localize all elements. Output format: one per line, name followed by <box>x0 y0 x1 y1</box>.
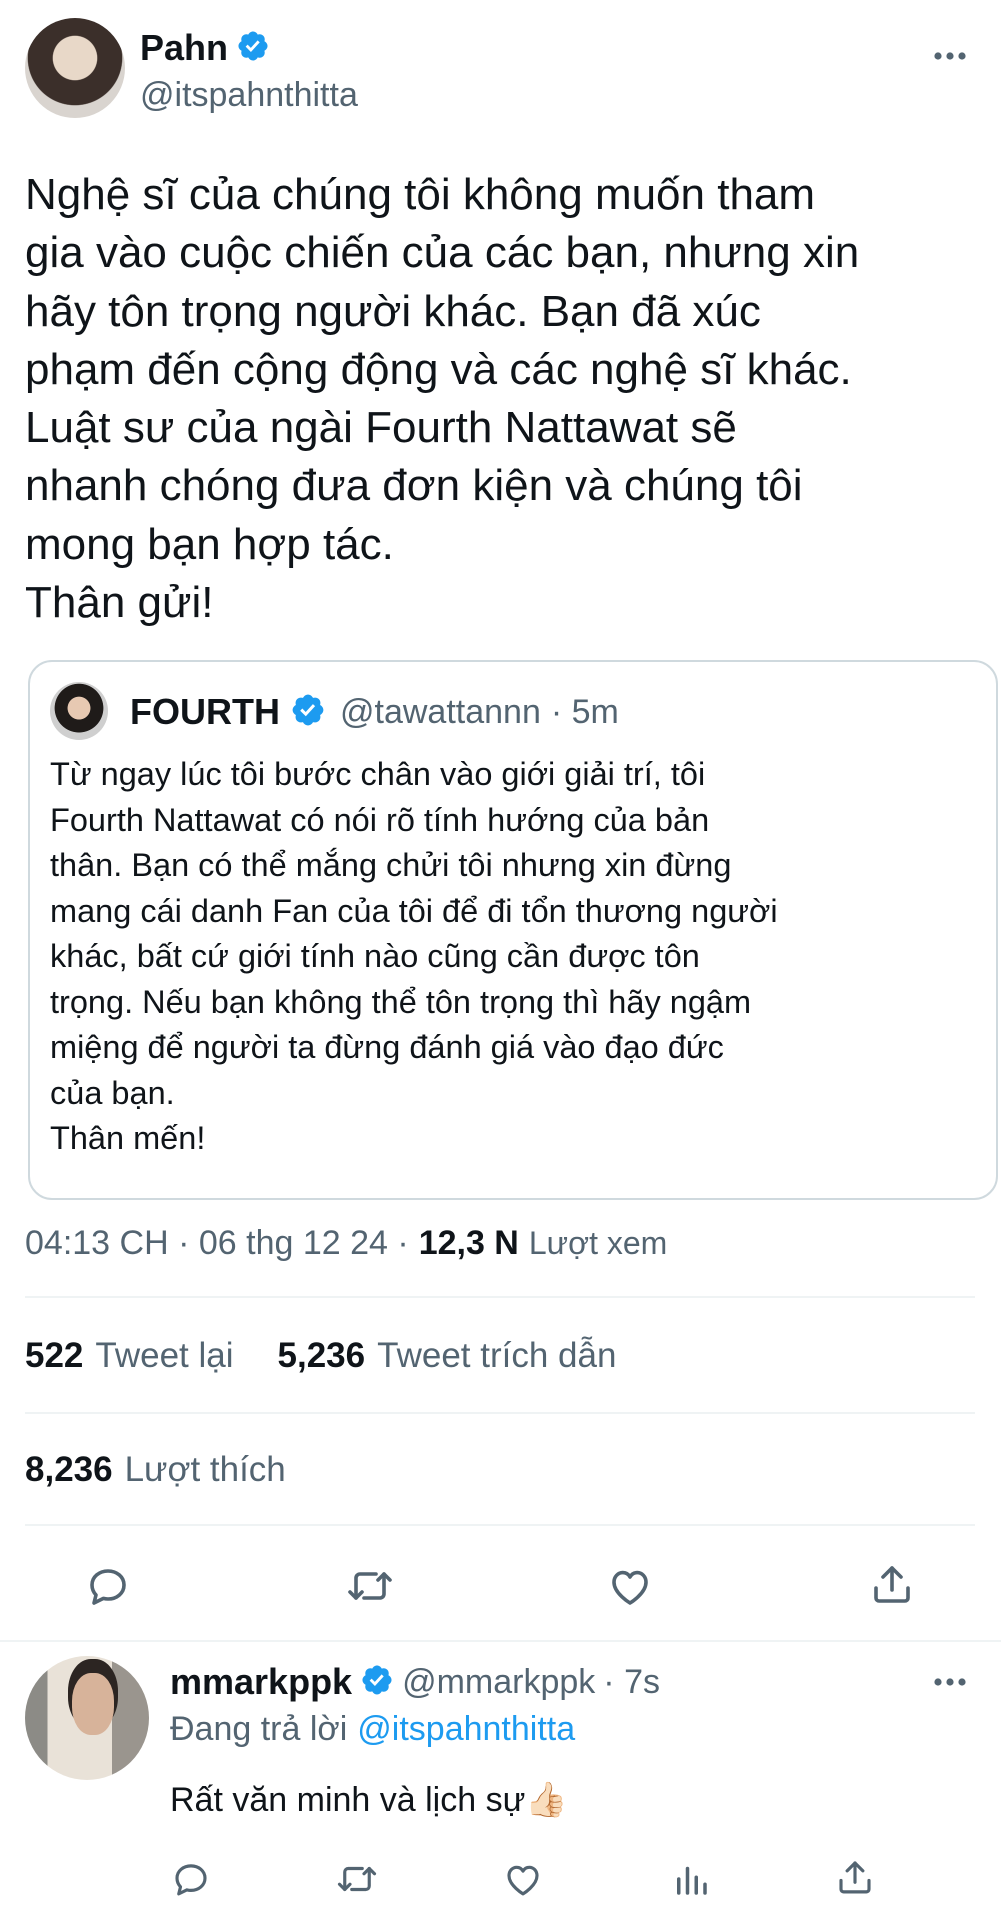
quoted-author-handle: @tawattannn <box>339 692 541 731</box>
quotes-label[interactable]: Tweet trích dẫn <box>377 1336 616 1376</box>
tweet-text: Nghệ sĩ của chúng tôi không muốn tham gi… <box>25 170 860 628</box>
thumbs-up-emoji: 👍🏻 <box>525 1781 568 1819</box>
replying-to-line: Đang trả lời @itspahnthitta <box>170 1710 575 1749</box>
reply-time: · 7s <box>603 1662 660 1701</box>
reply-author-row: mmarkppk @mmarkppk · 7s <box>170 1660 660 1704</box>
reply-author-avatar[interactable] <box>25 1656 149 1780</box>
likes-stats: 8,236 Lượt thích <box>25 1450 286 1490</box>
likes-count[interactable]: 8,236 <box>25 1450 113 1490</box>
retweets-label[interactable]: Tweet lại <box>95 1336 233 1376</box>
reply-author-name[interactable]: mmarkppk <box>170 1661 352 1703</box>
retweet-icon[interactable] <box>344 1562 396 1610</box>
analytics-icon[interactable] <box>670 1858 712 1900</box>
divider <box>25 1524 975 1526</box>
views-count: 12,3 N <box>418 1224 519 1262</box>
tweet-meta: 04:13 CH · 06 thg 12 24 · 12,3 N Lượt xe… <box>25 1224 667 1263</box>
author-handle[interactable]: @itspahnthitta <box>140 76 358 115</box>
retweet-icon[interactable] <box>334 1858 380 1900</box>
reply-author-handle[interactable]: @mmarkppk <box>402 1663 595 1702</box>
quoted-author-name: FOURTH <box>130 691 280 732</box>
replying-to-mention[interactable]: @itspahnthitta <box>357 1710 575 1749</box>
quoted-author-avatar <box>50 682 108 740</box>
views-label: Lượt xem <box>528 1225 668 1261</box>
more-options-icon[interactable] <box>930 46 970 66</box>
divider <box>25 1412 975 1414</box>
tweet-timestamp[interactable]: 04:13 CH · 06 thg 12 24 · <box>25 1224 409 1263</box>
quoted-author-row: FOURTH @tawattannn · 5m <box>130 688 619 736</box>
author-name-row: Pahn <box>140 26 270 70</box>
quoted-tweet-time: · 5m <box>550 692 619 731</box>
author-avatar[interactable] <box>25 18 125 118</box>
like-icon[interactable] <box>606 1562 654 1610</box>
reply-text: Rất văn minh và lịch sự <box>170 1781 526 1819</box>
like-icon[interactable] <box>502 1858 544 1900</box>
reply-more-options-icon[interactable] <box>930 1672 970 1692</box>
share-icon[interactable] <box>834 1856 876 1898</box>
share-icon[interactable] <box>868 1560 916 1608</box>
thread-divider <box>0 1640 1001 1642</box>
verified-badge-icon <box>360 1663 394 1702</box>
verified-badge-icon <box>236 29 270 68</box>
retweet-quote-stats: 522 Tweet lại 5,236 Tweet trích dẫn <box>25 1336 616 1376</box>
verified-badge-icon <box>290 692 326 733</box>
retweets-count[interactable]: 522 <box>25 1336 83 1376</box>
quoted-tweet-text: Từ ngay lúc tôi bước chân vào giới giải … <box>50 756 778 1156</box>
reply-icon[interactable] <box>170 1858 212 1900</box>
replying-to-prefix: Đang trả lời <box>170 1710 348 1748</box>
likes-label[interactable]: Lượt thích <box>125 1450 286 1490</box>
quoted-tweet[interactable]: FOURTH @tawattannn · 5m Từ ngay lúc tôi … <box>28 660 998 1200</box>
reply-text-row: Rất văn minh và lịch sự👍🏻 <box>170 1780 568 1820</box>
reply-icon[interactable] <box>84 1562 132 1610</box>
quotes-count[interactable]: 5,236 <box>278 1336 366 1376</box>
author-name[interactable]: Pahn <box>140 27 228 69</box>
divider <box>25 1296 975 1298</box>
